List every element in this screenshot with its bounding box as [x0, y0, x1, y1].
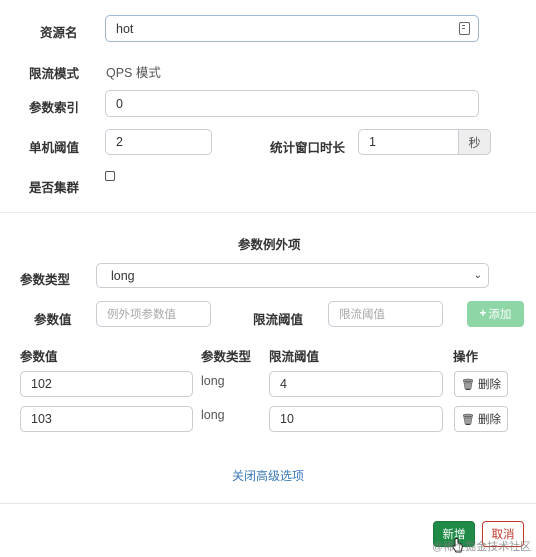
- row1-param-value: 102: [31, 377, 52, 391]
- threshold-input[interactable]: 2: [105, 129, 212, 155]
- resource-name-input[interactable]: hot: [105, 15, 479, 42]
- row1-delete-label: 删除: [477, 379, 501, 391]
- row1-limit-input[interactable]: 4: [269, 371, 443, 397]
- row2-delete-button[interactable]: 🗑 删除: [454, 406, 508, 432]
- exception-param-value-input[interactable]: 例外项参数值: [96, 301, 211, 327]
- exceptions-title: 参数例外项: [238, 238, 301, 252]
- param-index-value: 0: [116, 96, 123, 111]
- col-header-param-type: 参数类型: [201, 350, 252, 364]
- resource-name-value: hot: [116, 21, 134, 36]
- row2-limit-value: 10: [280, 412, 294, 426]
- row2-param-value-input[interactable]: 103: [20, 406, 193, 432]
- trash-icon: 🗑: [461, 413, 475, 426]
- exception-limit-label: 限流阈值: [253, 313, 304, 327]
- exception-limit-placeholder: 限流阈值: [339, 309, 385, 321]
- add-exception-label: 添加: [488, 309, 512, 321]
- window-duration-label: 统计窗口时长: [270, 141, 346, 155]
- window-unit-addon: 秒: [459, 129, 491, 155]
- clipboard-icon: [459, 22, 470, 35]
- plus-icon: +: [479, 308, 487, 320]
- window-duration-value: 1: [369, 135, 376, 149]
- param-type-select[interactable]: long ⌄: [96, 263, 489, 288]
- row1-param-value-input[interactable]: 102: [20, 371, 193, 397]
- trash-icon: 🗑: [461, 378, 475, 391]
- watermark-text: @稀土掘金技术社区: [432, 541, 532, 553]
- row2-param-value: 103: [31, 412, 52, 426]
- flow-mode-value: QPS 模式: [106, 66, 161, 80]
- cluster-label: 是否集群: [29, 181, 80, 195]
- flow-mode-label: 限流模式: [29, 67, 80, 81]
- add-exception-button[interactable]: + 添加: [467, 301, 524, 327]
- row2-limit-input[interactable]: 10: [269, 406, 443, 432]
- cluster-checkbox[interactable]: [105, 171, 115, 181]
- exception-limit-input[interactable]: 限流阈值: [328, 301, 443, 327]
- threshold-value: 2: [116, 135, 123, 149]
- col-header-actions: 操作: [453, 350, 479, 364]
- footer-divider: [0, 503, 536, 504]
- param-index-label: 参数索引: [29, 101, 80, 115]
- exception-param-value-label: 参数值: [34, 313, 72, 327]
- window-unit-text: 秒: [468, 135, 481, 150]
- row2-delete-label: 删除: [477, 414, 501, 426]
- close-advanced-link[interactable]: 关闭高级选项: [232, 467, 304, 484]
- window-duration-input[interactable]: 1: [358, 129, 459, 155]
- param-type-label: 参数类型: [20, 273, 71, 287]
- threshold-label: 单机阈值: [29, 141, 80, 155]
- resource-name-label: 资源名: [40, 26, 78, 40]
- col-header-limit: 限流阈值: [269, 350, 320, 364]
- col-header-param-value: 参数值: [20, 350, 58, 364]
- param-type-selected: long: [111, 268, 135, 283]
- chevron-down-icon: ⌄: [473, 270, 482, 281]
- row2-param-type: long: [201, 408, 225, 422]
- section-divider: [0, 212, 536, 213]
- row1-limit-value: 4: [280, 377, 287, 391]
- param-index-input[interactable]: 0: [105, 90, 479, 117]
- exception-param-value-placeholder: 例外项参数值: [107, 309, 176, 321]
- row1-delete-button[interactable]: 🗑 删除: [454, 371, 508, 397]
- row1-param-type: long: [201, 374, 225, 388]
